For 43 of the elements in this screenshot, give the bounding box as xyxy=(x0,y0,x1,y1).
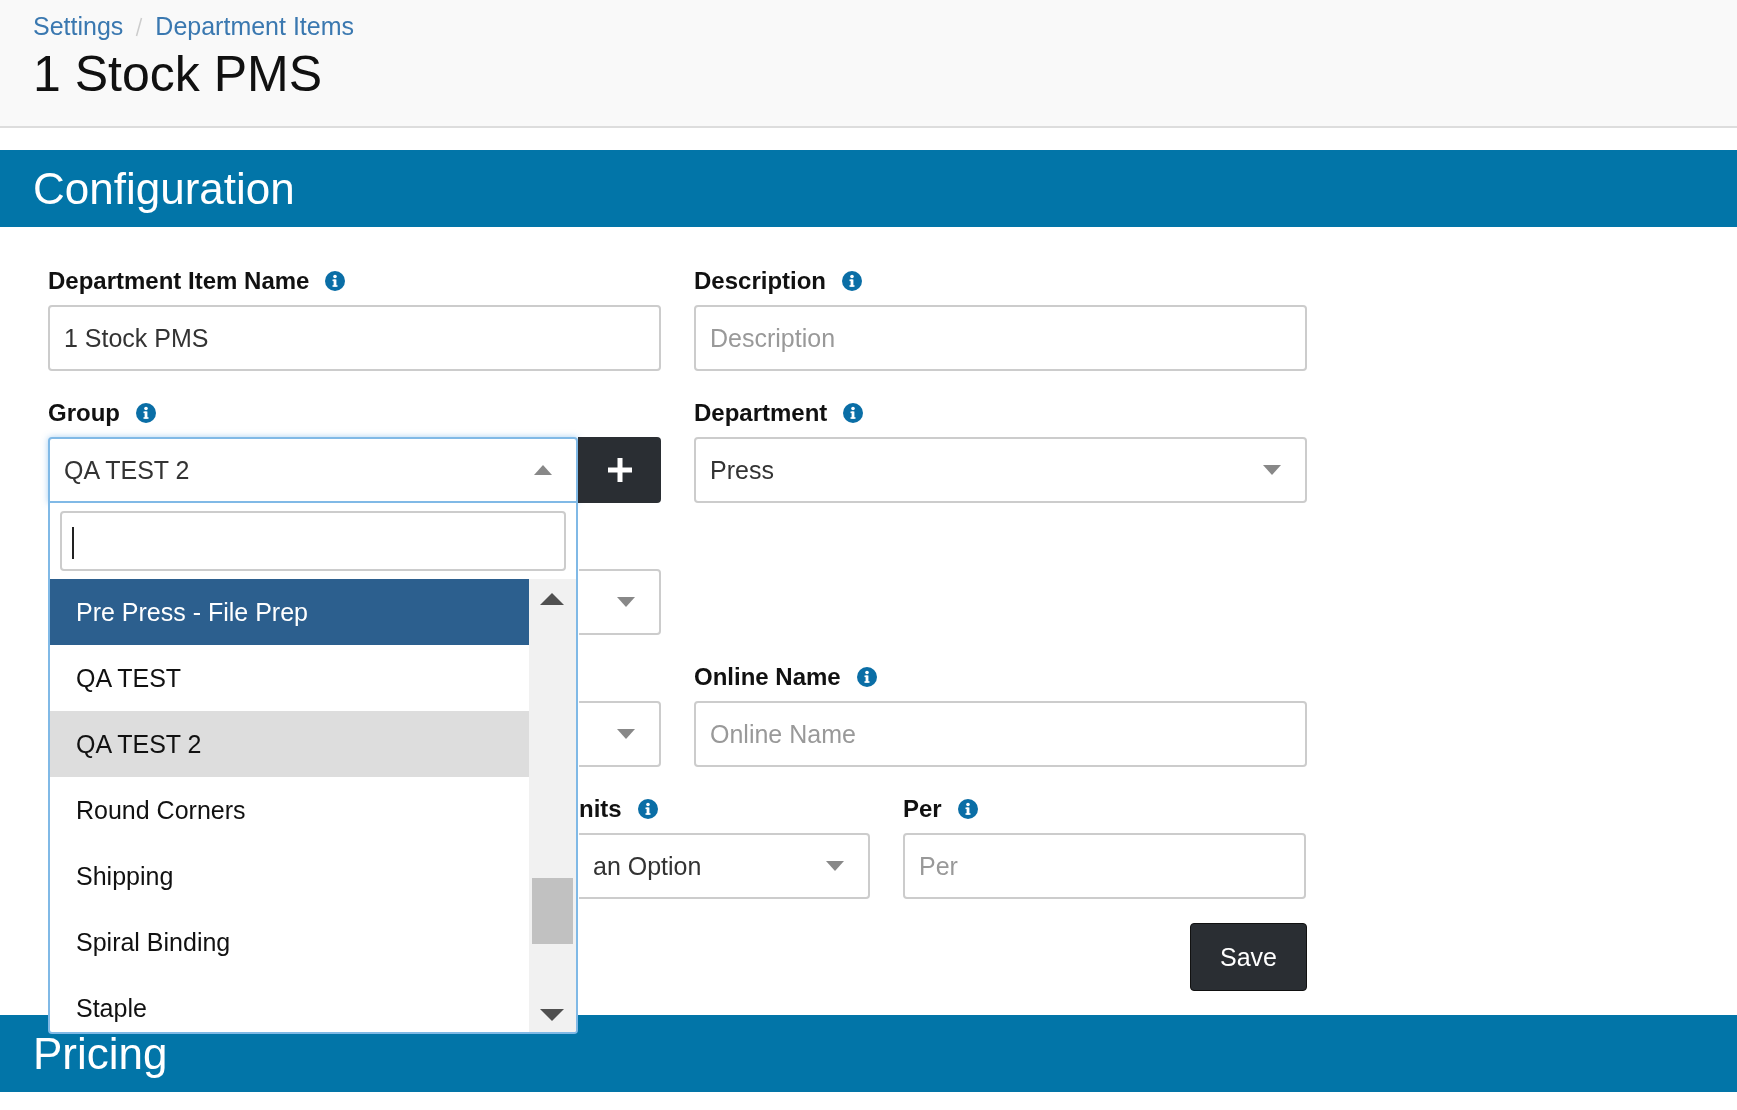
text-field[interactable]: Description xyxy=(694,305,1307,371)
field-label: Group xyxy=(48,399,120,427)
section-header: Configuration xyxy=(0,150,1737,227)
field-label: Department Item Name xyxy=(48,267,310,295)
dropdown-option[interactable]: Pre Press - File Prep xyxy=(50,579,529,645)
breadcrumb-link[interactable]: Settings xyxy=(33,12,124,41)
select-field[interactable]: QA TEST 2 xyxy=(48,437,578,503)
field-label: Description xyxy=(694,267,827,295)
info-icon[interactable] xyxy=(856,667,877,687)
text-field[interactable]: 1 Stock PMS xyxy=(48,305,661,371)
dropdown-option[interactable]: QA TEST 2 xyxy=(50,711,529,777)
select-field[interactable]: Press xyxy=(694,437,1307,503)
caret-icon xyxy=(617,597,635,607)
info-icon[interactable] xyxy=(325,271,346,291)
info-icon[interactable] xyxy=(957,799,978,819)
select-field[interactable] xyxy=(579,569,661,635)
caret-icon xyxy=(1263,465,1281,475)
breadcrumb-link[interactable]: Department Items xyxy=(155,12,355,41)
search-field[interactable] xyxy=(60,511,566,571)
field-label: Per xyxy=(903,795,942,823)
info-icon[interactable] xyxy=(637,799,658,819)
dropdown-option[interactable]: Shipping xyxy=(50,843,529,909)
select-field[interactable] xyxy=(579,701,661,767)
page-title: 1 Stock PMS xyxy=(33,45,323,103)
field-label: Online Name xyxy=(694,663,841,691)
text-field[interactable]: Per xyxy=(903,833,1306,899)
caret-icon xyxy=(826,861,844,871)
field-label: nits xyxy=(579,795,622,823)
info-icon[interactable] xyxy=(136,403,156,423)
dropdown-option[interactable]: QA TEST xyxy=(50,645,529,711)
separator-icon xyxy=(135,16,144,37)
save-button[interactable]: Save xyxy=(1190,923,1307,991)
plus-icon xyxy=(607,458,632,482)
caret-icon xyxy=(617,729,635,739)
info-icon[interactable] xyxy=(842,271,863,291)
dropdown-option[interactable]: Round Corners xyxy=(50,777,529,843)
dropdown-option[interactable]: Spiral Binding xyxy=(50,909,529,975)
info-icon[interactable] xyxy=(843,403,864,423)
field-label: Department xyxy=(694,399,828,427)
select-field[interactable]: an Option xyxy=(579,833,870,899)
add-button[interactable] xyxy=(578,437,661,503)
caret-icon xyxy=(534,465,552,475)
text-field[interactable]: Online Name xyxy=(694,701,1307,767)
